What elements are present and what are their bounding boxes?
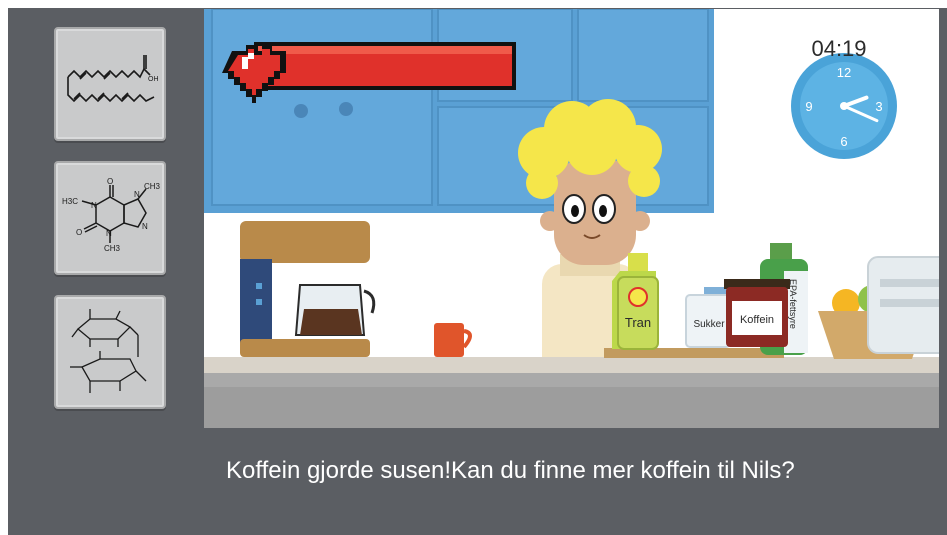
caffeine-structure-icon: H3C N O CH3 N O N N CH3 (62, 177, 160, 253)
svg-text:CH3: CH3 (144, 182, 160, 191)
svg-text:CH3: CH3 (104, 244, 121, 253)
clock-number-9: 9 (805, 99, 812, 114)
svg-text:N: N (142, 222, 148, 231)
svg-text:H3C: H3C (62, 197, 78, 206)
atom-label: OH (148, 76, 159, 83)
fatty-acid-structure-icon: OH (67, 55, 159, 103)
clock-number-3: 3 (875, 99, 882, 114)
dialog-text: Koffein gjorde susen!Kan du finne mer ko… (226, 457, 795, 484)
kitchen-appliance (867, 256, 939, 354)
sukker-jar[interactable]: Sukker (685, 287, 731, 348)
tran-label: Tran (625, 315, 651, 330)
sucrose-structure-icon (70, 309, 147, 393)
sukker-label: Sukker (693, 319, 725, 330)
svg-text:O: O (107, 177, 113, 186)
clock-number-6: 6 (840, 134, 847, 149)
koffein-label: Koffein (740, 314, 774, 326)
svg-text:N: N (106, 229, 112, 238)
kitchen-scene: 12 3 6 9 Tran Sukker EPA-fettsyre Koffei… (204, 9, 939, 428)
svg-text:O: O (76, 228, 82, 237)
clock-number-12: 12 (837, 65, 851, 80)
counter-top (204, 357, 939, 373)
clock-time: 04:19 (811, 36, 867, 61)
svg-text:N: N (134, 190, 140, 199)
koffein-jar[interactable]: Koffein (724, 279, 790, 347)
inventory-slot-sucrose[interactable] (54, 295, 166, 409)
wall-clock: 12 3 6 9 (791, 53, 897, 159)
health-bar (254, 42, 516, 90)
svg-text:N: N (91, 201, 97, 210)
inventory-slot-fatty-acid[interactable]: OH (54, 27, 166, 141)
inventory-slot-caffeine[interactable]: H3C N O CH3 N O N N CH3 (54, 161, 166, 275)
